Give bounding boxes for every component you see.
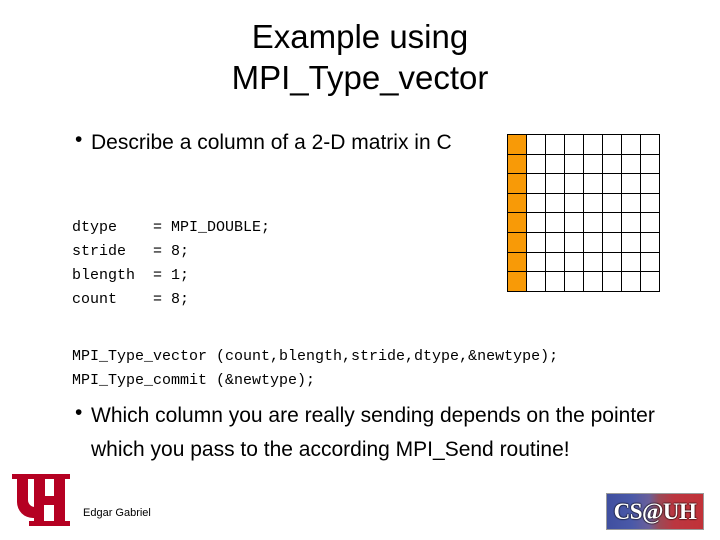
matrix-cell-highlighted [507, 134, 527, 155]
matrix-cell [526, 271, 546, 292]
matrix-cell [640, 134, 660, 155]
matrix-cell [564, 251, 584, 273]
matrix-cell [564, 173, 584, 194]
matrix-cell [545, 192, 565, 214]
matrix-cell [621, 192, 641, 214]
code-block-function-calls: MPI_Type_vector (count,blength,stride,dt… [72, 348, 559, 389]
matrix-cell [526, 153, 546, 175]
cs-at-uh-logo: CS@UH [606, 493, 704, 530]
matrix-cell [621, 173, 641, 194]
matrix-cell [602, 153, 622, 175]
bullet-marker-icon: • [75, 128, 83, 151]
matrix-cell [583, 153, 603, 175]
matrix-cell [583, 192, 603, 214]
matrix-row [507, 251, 660, 273]
page-title-line-2: MPI_Type_vector [231, 59, 489, 96]
matrix-cell [621, 212, 641, 233]
code-block-variables: dtype = MPI_DOUBLE; stride = 8; blength … [72, 219, 271, 308]
matrix-row [507, 153, 660, 175]
matrix-grid-body [507, 134, 660, 292]
matrix-row [507, 134, 660, 155]
matrix-row [507, 231, 660, 253]
bullet-item-describe-column: • Describe a column of a 2-D matrix in C [66, 126, 466, 160]
matrix-cell-highlighted [507, 173, 527, 194]
matrix-cell-highlighted [507, 192, 527, 214]
matrix-cell [621, 251, 641, 273]
matrix-cell [602, 134, 622, 155]
matrix-cell [526, 212, 546, 233]
matrix-cell [564, 192, 584, 214]
matrix-cell [526, 231, 546, 253]
bullet-item-which-column: • Which column you are really sending de… [66, 399, 676, 467]
matrix-cell [583, 271, 603, 292]
matrix-row [507, 192, 660, 214]
matrix-cell [602, 192, 622, 214]
matrix-cell [583, 251, 603, 273]
matrix-cell [545, 231, 565, 253]
matrix-cell [564, 231, 584, 253]
page-title-line-1: Example using [251, 18, 469, 55]
matrix-cell [602, 231, 622, 253]
matrix-cell [640, 212, 660, 233]
matrix-row [507, 271, 660, 292]
matrix-cell [545, 173, 565, 194]
matrix-cell [602, 173, 622, 194]
university-of-houston-logo [10, 470, 72, 530]
matrix-cell [602, 271, 622, 292]
matrix-cell [564, 271, 584, 292]
matrix-cell [545, 212, 565, 233]
matrix-cell [621, 271, 641, 292]
bullet-text: Describe a column of a 2-D matrix in C [91, 131, 452, 154]
matrix-cell [583, 134, 603, 155]
matrix-cell [640, 173, 660, 194]
matrix-cell [640, 153, 660, 175]
bullet-marker-icon: • [75, 401, 83, 424]
matrix-cell [602, 251, 622, 273]
matrix-cell [583, 173, 603, 194]
page-title: Example using MPI_Type_vector [60, 16, 660, 98]
matrix-cell [621, 231, 641, 253]
matrix-cell [545, 153, 565, 175]
matrix-row [507, 212, 660, 233]
matrix-cell [583, 231, 603, 253]
matrix-cell [564, 134, 584, 155]
matrix-cell [564, 212, 584, 233]
matrix-cell [640, 271, 660, 292]
matrix-cell-highlighted [507, 251, 527, 273]
matrix-cell [526, 173, 546, 194]
footer-author: Edgar Gabriel [83, 507, 151, 519]
matrix-cell-highlighted [507, 212, 527, 233]
matrix-cell [583, 212, 603, 233]
matrix-row [507, 173, 660, 194]
matrix-cell [602, 212, 622, 233]
matrix-cell [545, 251, 565, 273]
matrix-cell-highlighted [507, 153, 527, 175]
matrix-cell [564, 153, 584, 175]
matrix-cell [545, 271, 565, 292]
matrix-cell [526, 134, 546, 155]
matrix-cell [526, 251, 546, 273]
cs-at-uh-logo-label: CS@UH [613, 498, 697, 524]
bullet-text: Which column you are really sending depe… [91, 404, 655, 461]
uh-logo-icon [12, 474, 70, 526]
matrix-cell-highlighted [507, 231, 527, 253]
matrix-cell [640, 192, 660, 214]
matrix-cell [640, 251, 660, 273]
matrix-diagram [507, 134, 660, 292]
matrix-cell-highlighted [507, 271, 527, 292]
matrix-cell [545, 134, 565, 155]
matrix-cell [640, 231, 660, 253]
matrix-cell [621, 153, 641, 175]
matrix-cell [621, 134, 641, 155]
matrix-cell [526, 192, 546, 214]
